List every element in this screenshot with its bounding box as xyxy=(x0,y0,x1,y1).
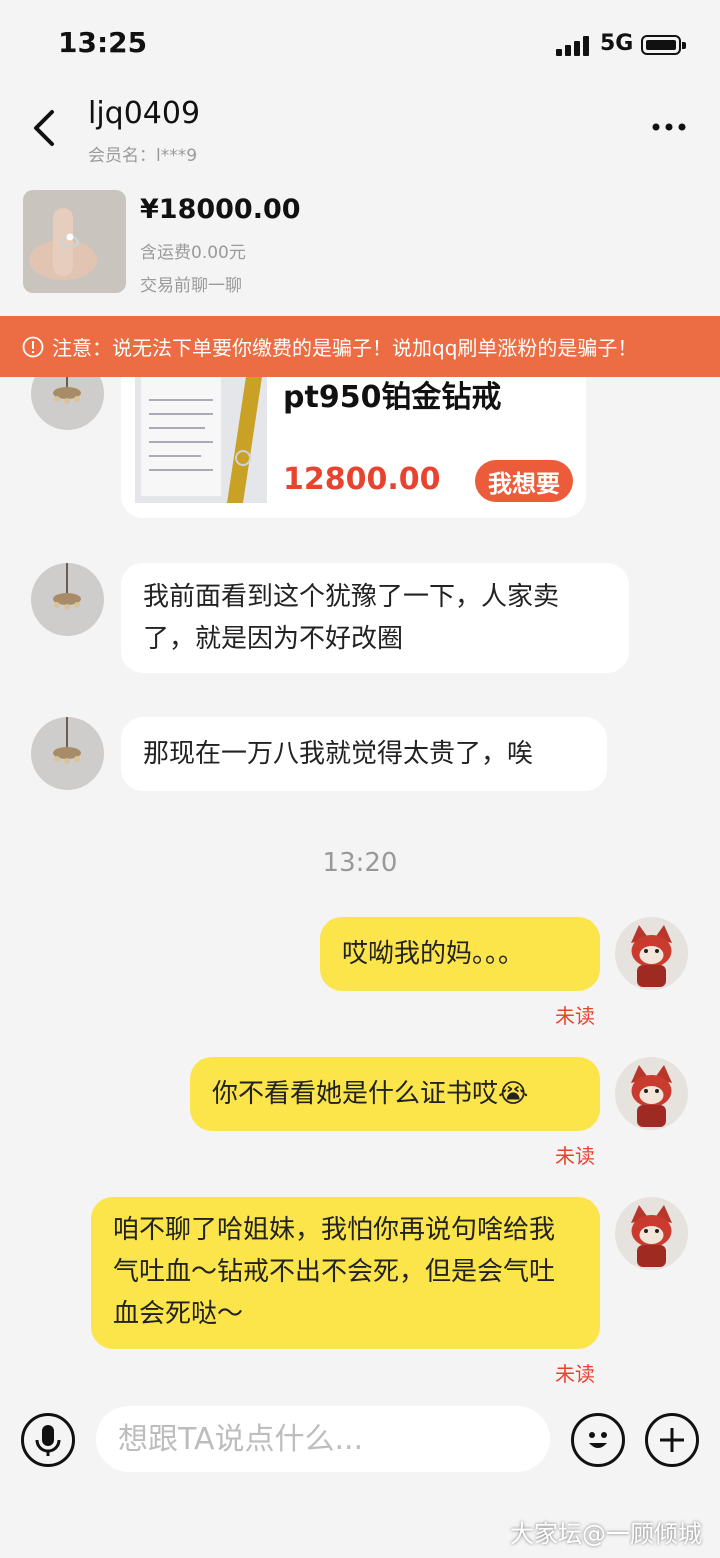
status-time: 13:25 xyxy=(58,26,148,59)
more-actions-button[interactable] xyxy=(645,1413,699,1467)
want-button[interactable]: 我想要 xyxy=(475,460,573,502)
product-thumbnail[interactable] xyxy=(23,190,126,293)
item-photo xyxy=(135,370,267,503)
message-bubble-outgoing[interactable]: 你不看看她是什么证书哎 😭 xyxy=(190,1057,600,1131)
warning-banner: 注意：说无法下单要你缴费的是骗子！说加qq刷单涨粉的是骗子！ xyxy=(0,316,720,377)
network-label: 5G xyxy=(600,31,634,56)
message-bubble-incoming[interactable]: 那现在一万八我就觉得太贵了，唉 xyxy=(121,717,607,791)
shipping-fee: 含运费0.00元 xyxy=(140,243,246,263)
microphone-icon xyxy=(35,1425,61,1456)
more-dots-icon xyxy=(652,123,686,131)
voice-button[interactable] xyxy=(21,1413,75,1467)
battery-icon xyxy=(641,35,686,55)
warning-circle-icon xyxy=(22,336,44,357)
back-arrow-icon xyxy=(34,110,54,146)
message-text: 我前面看到这个犹豫了一下，人家卖了，就是因为不好改圈 xyxy=(143,582,560,654)
warning-text: 注意：说无法下单要你缴费的是骗子！说加qq刷单涨粉的是骗子！ xyxy=(52,336,638,360)
unread-status: 未读 xyxy=(555,1004,595,1028)
message-text: 你不看看她是什么证书哎 xyxy=(212,1079,499,1109)
message-text: 咱不聊了哈姐妹，我怕你再说句啥给我气吐血～钻戒不出不会死，但是会气吐血会死哒～ xyxy=(113,1215,556,1329)
signal-icon xyxy=(556,36,589,56)
member-name: 会员名：l***9 xyxy=(88,146,198,166)
chat-title: ljq0409 xyxy=(88,96,201,131)
message-input[interactable] xyxy=(96,1406,550,1472)
emoji-button[interactable] xyxy=(571,1413,625,1467)
item-name: pt950铂金钻戒 xyxy=(283,380,502,415)
message-text: 那现在一万八我就觉得太贵了，唉 xyxy=(143,739,534,769)
message-bubble-incoming[interactable]: 我前面看到这个犹豫了一下，人家卖了，就是因为不好改圈 xyxy=(121,563,629,673)
self-avatar[interactable] xyxy=(615,917,688,990)
watermark: 大家坛@一顾倾城 xyxy=(510,1520,702,1548)
crying-emoji-icon: 😭 xyxy=(498,1079,529,1109)
unread-status: 未读 xyxy=(555,1362,595,1386)
message-bubble-outgoing[interactable]: 哎呦我的妈。。。 xyxy=(320,917,600,991)
self-avatar[interactable] xyxy=(615,1057,688,1130)
smiley-icon xyxy=(589,1432,607,1448)
message-text: 哎呦我的妈。。。 xyxy=(342,939,525,969)
self-avatar[interactable] xyxy=(615,1197,688,1270)
other-user-avatar[interactable] xyxy=(31,717,104,790)
time-divider: 13:20 xyxy=(322,848,398,878)
message-bubble-outgoing[interactable]: 咱不聊了哈姐妹，我怕你再说句啥给我气吐血～钻戒不出不会死，但是会气吐血会死哒～ xyxy=(91,1197,600,1349)
plus-icon xyxy=(660,1428,684,1452)
product-price: ¥18000.00 xyxy=(140,194,301,225)
back-button[interactable] xyxy=(22,100,70,156)
unread-status: 未读 xyxy=(555,1144,595,1168)
item-price: 12800.00 xyxy=(283,462,441,497)
other-user-avatar[interactable] xyxy=(31,563,104,636)
chat-hint: 交易前聊一聊 xyxy=(140,276,242,296)
more-button[interactable] xyxy=(644,110,694,144)
